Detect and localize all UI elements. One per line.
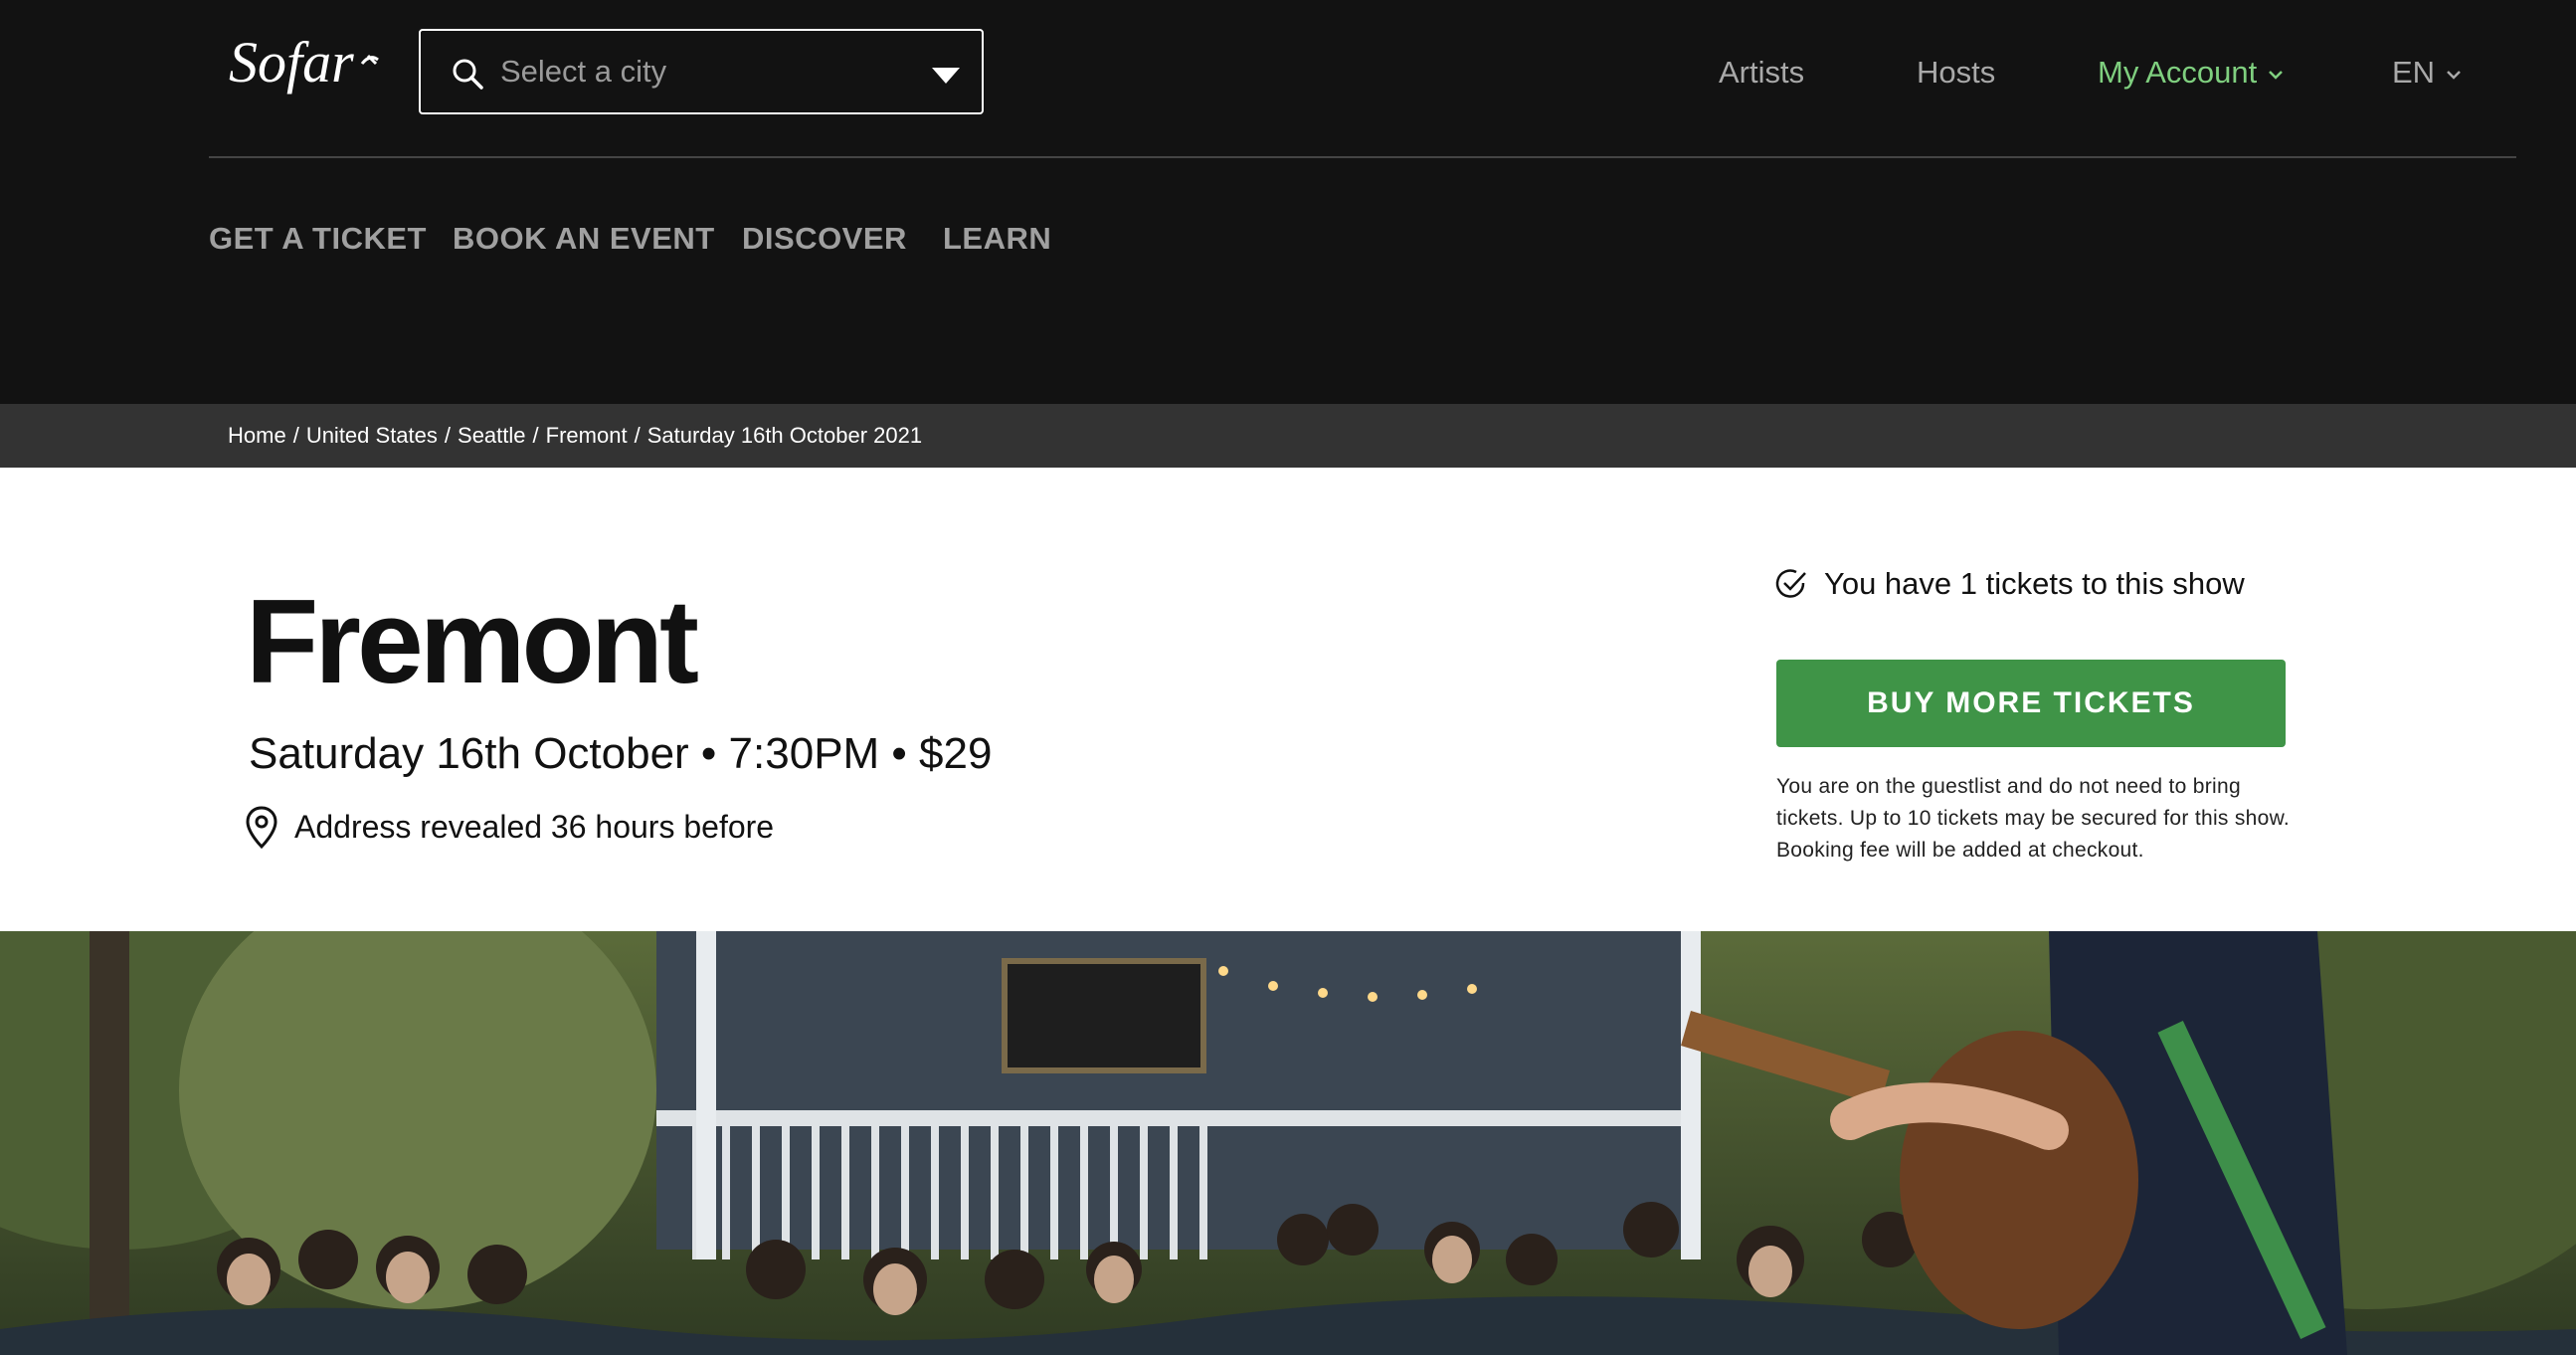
site-header: Sofar Select a city Artists Hosts My Acc… (0, 0, 2576, 404)
search-icon (453, 59, 483, 90)
my-account-label: My Account (2098, 55, 2258, 90)
nav-discover[interactable]: DISCOVER (742, 221, 907, 257)
language-menu[interactable]: EN (2392, 0, 2463, 145)
ticket-status-text: You have 1 tickets to this show (1824, 566, 2245, 601)
breadcrumb-city[interactable]: Seattle (458, 423, 526, 448)
caret-down-icon (932, 68, 960, 84)
nav-hosts[interactable]: Hosts (1917, 0, 1995, 145)
city-select[interactable]: Select a city (419, 29, 984, 114)
breadcrumb: Home / United States / Seattle / Fremont / Satur… (228, 423, 923, 448)
breadcrumb-country[interactable]: United States (306, 423, 438, 448)
buy-more-tickets-button[interactable]: BUY MORE TICKETS (1776, 660, 2286, 747)
svg-text:Sofar: Sofar (229, 30, 354, 95)
logo-mark: Sofar (229, 30, 379, 95)
city-select-placeholder: Select a city (500, 54, 667, 89)
chevron-down-icon (2269, 70, 2284, 80)
language-label: EN (2392, 55, 2436, 90)
event-meta: Saturday 16th October • 7:30PM • $29 (249, 729, 993, 778)
nav-book-an-event[interactable]: BOOK AN EVENT (453, 221, 715, 257)
location-pin-icon (246, 806, 277, 850)
breadcrumb-bar: Home / United States / Seattle / Fremont / Satur… (0, 404, 2576, 468)
my-account-menu[interactable]: My Account (2098, 0, 2285, 145)
concert-photo (0, 931, 2576, 1355)
nav-get-a-ticket[interactable]: GET A TICKET (209, 221, 427, 257)
address-note-text: Address revealed 36 hours before (294, 809, 775, 845)
nav-artists[interactable]: Artists (1719, 0, 1804, 145)
check-circle-icon (1775, 569, 1806, 598)
breadcrumb-neighborhood[interactable]: Fremont (546, 423, 628, 448)
header-divider (209, 156, 2516, 158)
event-title: Fremont (246, 575, 699, 708)
hero-image (0, 931, 2576, 1355)
chevron-down-icon (2447, 70, 2461, 80)
guestlist-note: You are on the guestlist and do not need… (1776, 775, 2291, 862)
nav-learn[interactable]: LEARN (943, 221, 1051, 257)
breadcrumb-home[interactable]: Home (228, 423, 286, 448)
sofar-logo[interactable]: Sofar (225, 26, 384, 107)
breadcrumb-current: Saturday 16th October 2021 (646, 423, 923, 448)
